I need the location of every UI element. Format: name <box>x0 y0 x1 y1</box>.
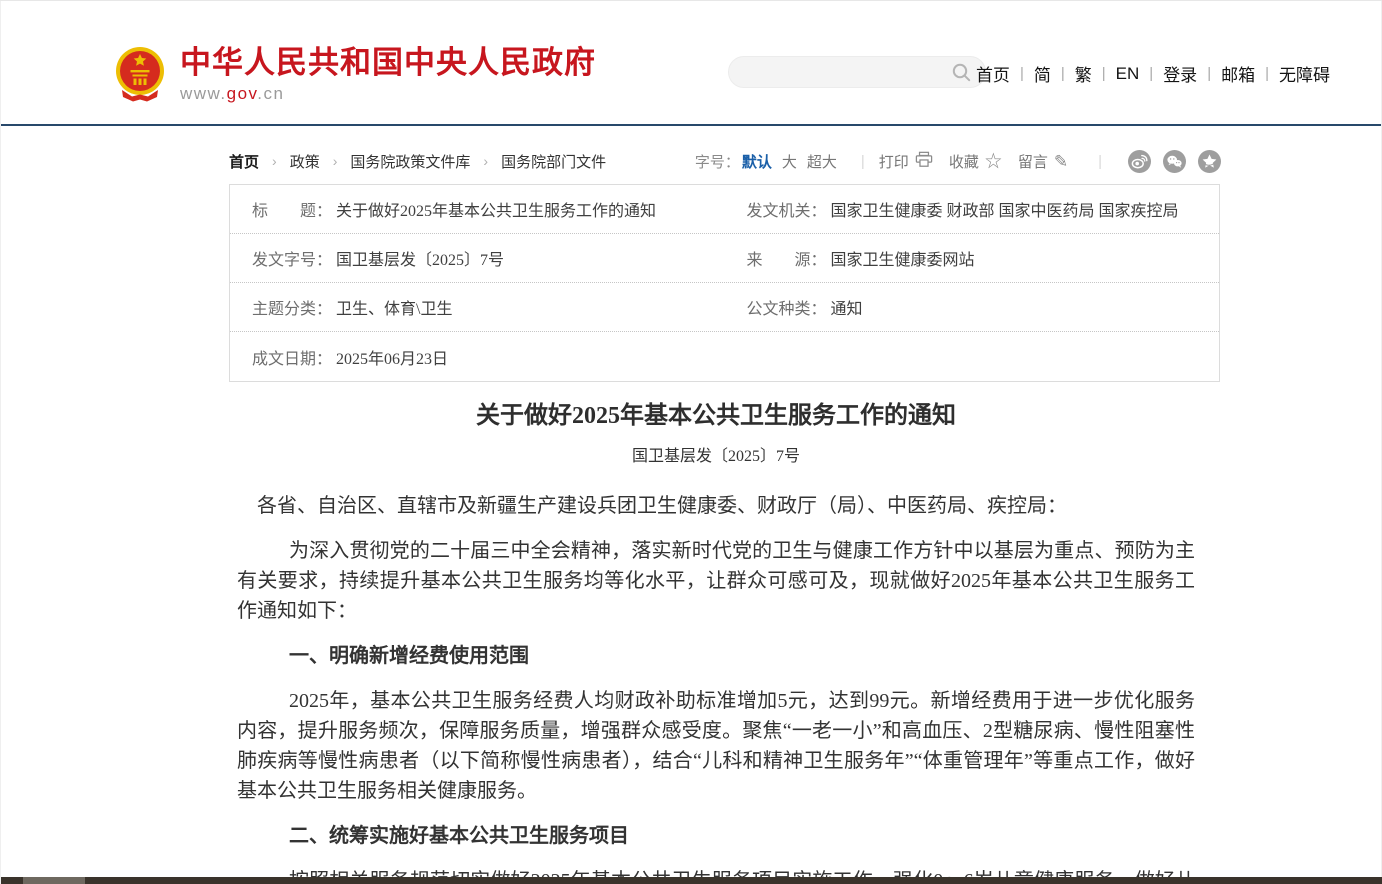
paragraph-salutation: 各省、自治区、直辖市及新疆生产建设兵团卫生健康委、财政厅（局）、中医药局、疾控局… <box>237 491 1195 521</box>
font-size-large-button[interactable]: 大 <box>782 151 797 172</box>
breadcrumb: 首页 › 政策 › 国务院政策文件库 › 国务院部门文件 <box>229 151 606 172</box>
nav-separator: | <box>1061 65 1065 82</box>
breadcrumb-policy[interactable]: 政策 <box>290 151 320 172</box>
meta-label: 发文机关： <box>747 197 827 221</box>
meta-value: 通知 <box>831 295 863 319</box>
meta-value: 国家卫生健康委 财政部 国家中医药局 国家疾控局 <box>831 197 1179 221</box>
meta-value: 2025年06月23日 <box>336 345 448 369</box>
article-doc-number: 国卫基层发〔2025〕7号 <box>237 442 1195 466</box>
toolbar: 字号： 默认 大 超大 | 打印 收藏 ☆ 留言 <box>695 150 1221 173</box>
chevron-right-icon: › <box>333 153 338 169</box>
meta-value: 国卫基层发〔2025〕7号 <box>336 246 504 270</box>
star-icon: ☆ <box>985 153 1002 170</box>
meta-row: 标 题： 关于做好2025年基本公共卫生服务工作的通知 发文机关： 国家卫生健康… <box>230 185 1219 234</box>
nav-traditional[interactable]: 繁 <box>1075 61 1092 86</box>
favorite-label: 收藏 <box>949 151 979 172</box>
meta-cell-topic-category: 主题分类： 卫生、体育\卫生 <box>230 295 725 319</box>
printer-icon <box>915 151 933 171</box>
nav-english[interactable]: EN <box>1116 64 1140 84</box>
top-nav: 首页 | 简 | 繁 | EN | 登录 | 邮箱 | 无障碍 <box>976 61 1330 86</box>
nav-accessibility[interactable]: 无障碍 <box>1279 61 1330 86</box>
bottom-edge-bar <box>1 877 1382 884</box>
font-size-xlarge-button[interactable]: 超大 <box>807 151 837 172</box>
meta-table: 标 题： 关于做好2025年基本公共卫生服务工作的通知 发文机关： 国家卫生健康… <box>229 184 1220 382</box>
breadcrumb-department-docs[interactable]: 国务院部门文件 <box>501 151 606 172</box>
meta-cell-issuing-agency: 发文机关： 国家卫生健康委 财政部 国家中医药局 国家疾控局 <box>725 197 1220 221</box>
meta-cell-date: 成文日期： 2025年06月23日 <box>230 345 725 369</box>
site-title: 中华人民共和国中央人民政府 <box>180 45 596 81</box>
url-www: www. <box>180 84 227 103</box>
section-heading-1: 一、明确新增经费使用范围 <box>237 641 1195 671</box>
meta-row: 发文字号： 国卫基层发〔2025〕7号 来 源： 国家卫生健康委网站 <box>230 234 1219 283</box>
meta-label: 成文日期： <box>252 345 332 369</box>
url-cn: .cn <box>257 84 284 103</box>
site-header: 中华人民共和国中央人民政府 www.gov.cn 首页 | 简 | 繁 | EN… <box>1 1 1381 126</box>
nav-separator: | <box>1020 65 1024 82</box>
meta-cell-source: 来 源： 国家卫生健康委网站 <box>725 246 1220 270</box>
meta-label: 来 源： <box>747 246 827 270</box>
meta-label: 主题分类： <box>252 295 332 319</box>
nav-separator: | <box>1149 65 1153 82</box>
meta-row: 主题分类： 卫生、体育\卫生 公文种类： 通知 <box>230 283 1219 332</box>
bottom-edge-bar-segment <box>23 877 85 884</box>
meta-label: 发文字号： <box>252 246 332 270</box>
comment-label: 留言 <box>1018 151 1048 172</box>
page: 中华人民共和国中央人民政府 www.gov.cn 首页 | 简 | 繁 | EN… <box>0 1 1382 884</box>
meta-value: 关于做好2025年基本公共卫生服务工作的通知 <box>336 197 656 221</box>
meta-cell-title: 标 题： 关于做好2025年基本公共卫生服务工作的通知 <box>230 197 725 221</box>
national-emblem-icon <box>114 45 166 103</box>
paragraph: 2025年，基本公共卫生服务经费人均财政补助标准增加5元，达到99元。新增经费用… <box>237 686 1195 806</box>
chevron-right-icon: › <box>483 153 488 169</box>
site-url: www.gov.cn <box>180 84 596 104</box>
nav-separator: | <box>1207 65 1211 82</box>
meta-row: 成文日期： 2025年06月23日 <box>230 332 1219 381</box>
breadcrumb-policy-library[interactable]: 国务院政策文件库 <box>350 151 470 172</box>
url-gov: gov <box>227 84 258 103</box>
toolbar-separator: | <box>1098 153 1102 170</box>
site-logo[interactable]: 中华人民共和国中央人民政府 www.gov.cn <box>114 45 596 104</box>
pencil-icon: ✎ <box>1054 153 1068 170</box>
nav-separator: | <box>1265 65 1269 82</box>
print-label: 打印 <box>879 151 909 172</box>
section-heading-2: 二、统筹实施好基本公共卫生服务项目 <box>237 821 1195 851</box>
site-text: 中华人民共和国中央人民政府 www.gov.cn <box>180 45 596 104</box>
wechat-share-icon[interactable] <box>1163 150 1186 173</box>
comment-button[interactable]: 留言 ✎ <box>1018 151 1068 172</box>
article-body: 各省、自治区、直辖市及新疆生产建设兵团卫生健康委、财政厅（局）、中医药局、疾控局… <box>237 491 1195 884</box>
article: 关于做好2025年基本公共卫生服务工作的通知 国卫基层发〔2025〕7号 各省、… <box>237 400 1195 884</box>
search-box <box>728 56 986 88</box>
font-size-default-button[interactable]: 默认 <box>742 151 772 172</box>
nav-separator: | <box>1102 65 1106 82</box>
weibo-share-icon[interactable] <box>1128 150 1151 173</box>
article-title: 关于做好2025年基本公共卫生服务工作的通知 <box>237 400 1195 432</box>
meta-cell-doc-number: 发文字号： 国卫基层发〔2025〕7号 <box>230 246 725 270</box>
meta-value: 卫生、体育\卫生 <box>336 295 452 319</box>
search-input[interactable] <box>729 57 939 87</box>
nav-login[interactable]: 登录 <box>1163 61 1197 86</box>
nav-mail[interactable]: 邮箱 <box>1221 61 1255 86</box>
paragraph: 为深入贯彻党的二十届三中全会精神，落实新时代党的卫生与健康工作方针中以基层为重点… <box>237 536 1195 626</box>
favorite-button[interactable]: 收藏 ☆ <box>949 151 1002 172</box>
toolbar-separator: | <box>861 153 865 170</box>
meta-label: 标 题： <box>252 197 332 221</box>
breadcrumb-toolbar-row: 首页 › 政策 › 国务院政策文件库 › 国务院部门文件 字号： 默认 大 超大… <box>229 140 1221 182</box>
print-button[interactable]: 打印 <box>879 151 933 172</box>
nav-home[interactable]: 首页 <box>976 61 1010 86</box>
qzone-share-icon[interactable] <box>1198 150 1221 173</box>
meta-cell-doc-type: 公文种类： 通知 <box>725 295 1220 319</box>
meta-label: 公文种类： <box>747 295 827 319</box>
search-icon[interactable] <box>952 63 971 82</box>
font-size-label: 字号： <box>695 151 740 172</box>
meta-value: 国家卫生健康委网站 <box>831 246 975 270</box>
chevron-right-icon: › <box>272 153 277 169</box>
nav-simplified[interactable]: 简 <box>1034 61 1051 86</box>
breadcrumb-home[interactable]: 首页 <box>229 151 259 172</box>
